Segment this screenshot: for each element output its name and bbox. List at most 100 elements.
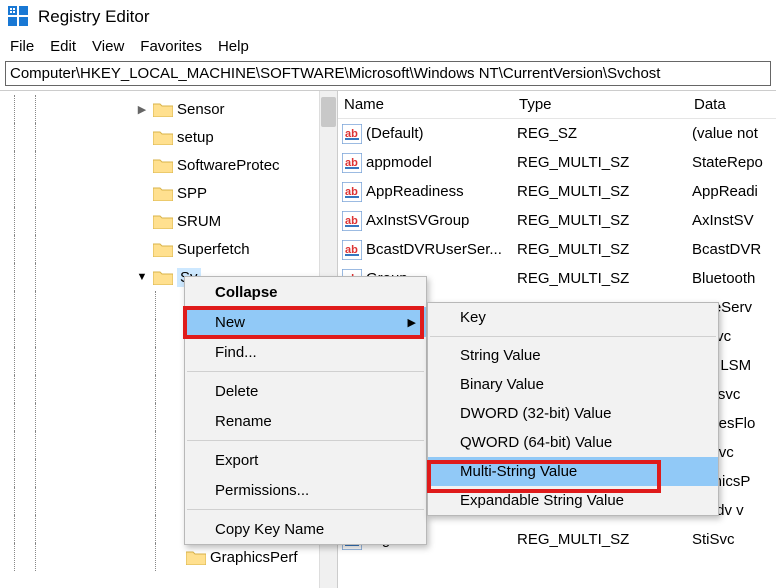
string-value-icon — [342, 124, 362, 144]
value-type: REG_SZ — [517, 125, 692, 142]
value-type: REG_MULTI_SZ — [517, 212, 692, 229]
context-menu-item[interactable]: Export — [185, 445, 426, 475]
value-list-header: Name Type Data — [338, 91, 776, 119]
folder-icon — [153, 129, 173, 145]
menu-item-label: Key — [460, 309, 486, 326]
tree-row[interactable]: SPP — [0, 179, 319, 207]
folder-icon — [153, 157, 173, 173]
chevron-right-icon[interactable]: ▶ — [135, 103, 149, 116]
value-row[interactable]: AxInstSVGroupREG_MULTI_SZAxInstSV — [338, 206, 776, 235]
menu-separator — [187, 440, 424, 441]
tree-node-label[interactable]: GraphicsPerf — [210, 549, 298, 566]
menu-file[interactable]: File — [10, 38, 34, 55]
menu-item-label: Permissions... — [215, 482, 309, 499]
string-value-icon — [342, 182, 362, 202]
menu-item-label: Find... — [215, 344, 257, 361]
menu-help[interactable]: Help — [218, 38, 249, 55]
context-menu-item[interactable]: Delete — [185, 376, 426, 406]
tree-node-label[interactable]: SoftwareProtec — [177, 157, 280, 174]
value-data: AppReadi — [692, 183, 776, 200]
menu-item-label: Copy Key Name — [215, 521, 324, 538]
value-data: BcastDVR — [692, 241, 776, 258]
menu-item-label: QWORD (64-bit) Value — [460, 434, 612, 451]
tree-row[interactable]: SRUM — [0, 207, 319, 235]
menu-item-label: DWORD (32-bit) Value — [460, 405, 611, 422]
tree-context-menu: Collapse New ▶ Find... Delete Rename Export Per… — [184, 276, 427, 545]
menu-item-label: Export — [215, 452, 258, 469]
tree-row[interactable]: SoftwareProtec — [0, 151, 319, 179]
submenu-item[interactable]: String Value — [428, 341, 718, 370]
column-header-name[interactable]: Name — [338, 92, 513, 117]
context-menu-item[interactable]: Copy Key Name — [185, 514, 426, 544]
tree-row[interactable]: Superfetch — [0, 235, 319, 263]
menu-favorites[interactable]: Favorites — [140, 38, 202, 55]
submenu-item[interactable]: QWORD (64-bit) Value — [428, 428, 718, 457]
registry-editor-window: Registry Editor File Edit View Favorites… — [0, 0, 776, 588]
menu-item-label: Binary Value — [460, 376, 544, 393]
tree-node-label[interactable]: Sensor — [177, 101, 225, 118]
chevron-down-icon[interactable]: ▼ — [135, 271, 149, 283]
tree-node-label[interactable]: setup — [177, 129, 214, 146]
menu-item-label: New — [215, 314, 245, 331]
value-row[interactable]: AppReadinessREG_MULTI_SZAppReadi — [338, 177, 776, 206]
scrollbar-thumb[interactable] — [321, 97, 336, 127]
menu-item-label: Collapse — [215, 284, 278, 301]
submenu-item[interactable]: Multi-String Value — [428, 457, 718, 486]
address-bar[interactable]: Computer\HKEY_LOCAL_MACHINE\SOFTWARE\Mic… — [5, 61, 771, 86]
tree-node-label[interactable]: Superfetch — [177, 241, 250, 258]
value-data: (value not — [692, 125, 776, 142]
value-type: REG_MULTI_SZ — [517, 531, 692, 548]
value-row[interactable]: (Default)REG_SZ(value not — [338, 119, 776, 148]
context-menu-item[interactable]: Rename — [185, 406, 426, 436]
context-menu-item[interactable]: New ▶ — [185, 307, 426, 337]
value-name: BcastDVRUserSer... — [366, 241, 517, 258]
menu-separator — [187, 509, 424, 510]
address-text: Computer\HKEY_LOCAL_MACHINE\SOFTWARE\Mic… — [10, 65, 660, 82]
submenu-item[interactable]: Binary Value — [428, 370, 718, 399]
context-menu-item[interactable]: Collapse — [185, 277, 426, 307]
tree-node-label[interactable]: SPP — [177, 185, 207, 202]
folder-icon — [153, 213, 173, 229]
value-type: REG_MULTI_SZ — [517, 241, 692, 258]
value-data: StiSvc — [692, 531, 776, 548]
string-value-icon — [342, 240, 362, 260]
menu-separator — [430, 336, 716, 337]
menu-view[interactable]: View — [92, 38, 124, 55]
value-data: AxInstSV — [692, 212, 776, 229]
string-value-icon — [342, 153, 362, 173]
window-title: Registry Editor — [38, 7, 149, 27]
column-header-data[interactable]: Data — [688, 92, 776, 117]
tree-row[interactable]: GraphicsPerf — [0, 543, 319, 571]
registry-editor-icon — [8, 6, 30, 28]
submenu-arrow-icon: ▶ — [408, 316, 416, 329]
value-row[interactable]: BcastDVRUserSer...REG_MULTI_SZBcastDVR — [338, 235, 776, 264]
tree-node-label[interactable]: SRUM — [177, 213, 221, 230]
menu-bar: File Edit View Favorites Help — [0, 34, 776, 59]
tree-row[interactable]: setup — [0, 123, 319, 151]
menu-item-label: String Value — [460, 347, 541, 364]
value-name: AxInstSVGroup — [366, 212, 517, 229]
folder-icon — [153, 185, 173, 201]
new-submenu: Key String Value Binary Value DWORD (32-bit… — [427, 302, 719, 516]
value-type: REG_MULTI_SZ — [517, 270, 692, 287]
folder-icon — [186, 549, 206, 565]
value-row[interactable]: appmodelREG_MULTI_SZStateRepo — [338, 148, 776, 177]
menu-item-label: Multi-String Value — [460, 463, 577, 480]
string-value-icon — [342, 211, 362, 231]
value-type: REG_MULTI_SZ — [517, 183, 692, 200]
submenu-item[interactable]: Expandable String Value — [428, 486, 718, 515]
menu-edit[interactable]: Edit — [50, 38, 76, 55]
menu-item-label: Delete — [215, 383, 258, 400]
value-name: AppReadiness — [366, 183, 517, 200]
column-header-type[interactable]: Type — [513, 92, 688, 117]
context-menu-item[interactable]: Find... — [185, 337, 426, 367]
value-type: REG_MULTI_SZ — [517, 154, 692, 171]
folder-icon — [153, 101, 173, 117]
submenu-item[interactable]: Key — [428, 303, 718, 332]
value-name: (Default) — [366, 125, 517, 142]
title-bar: Registry Editor — [0, 0, 776, 34]
tree-row[interactable]: ▶ Sensor — [0, 95, 319, 123]
menu-item-label: Rename — [215, 413, 272, 430]
context-menu-item[interactable]: Permissions... — [185, 475, 426, 505]
submenu-item[interactable]: DWORD (32-bit) Value — [428, 399, 718, 428]
